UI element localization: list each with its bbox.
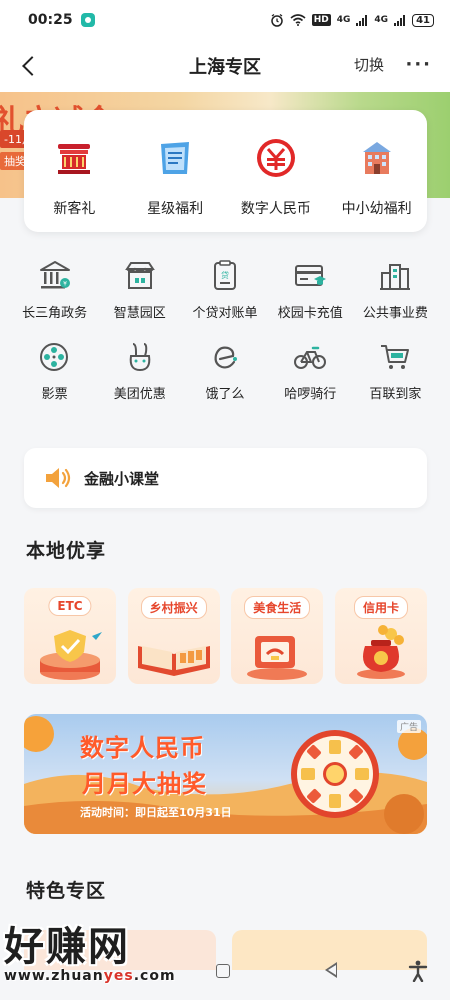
- service-item-movie[interactable]: 影票: [12, 339, 97, 402]
- hd-badge: HD: [311, 14, 331, 26]
- ad-badge: 广告: [396, 720, 421, 733]
- welfare-label: 中小幼福利: [341, 201, 412, 217]
- service-item-smart-park[interactable]: 智慧园区: [97, 258, 182, 321]
- battery-indicator: 41: [412, 13, 434, 27]
- signal-4g-1: 4G: [336, 15, 351, 25]
- school-building-icon: [355, 136, 399, 180]
- service-label: 饿了么: [205, 387, 245, 402]
- speaker-icon: [46, 468, 71, 488]
- more-button[interactable]: ···: [405, 54, 432, 75]
- service-item-bailian[interactable]: 百联到家: [353, 339, 438, 402]
- service-label: 个贷对账单: [192, 306, 258, 321]
- shopping-cart-icon: [377, 339, 413, 375]
- signal-4g-2: 4G: [374, 15, 389, 25]
- money-bag-icon: [356, 625, 405, 679]
- status-bar: 00:25 HD 4G 4G 41: [0, 0, 450, 40]
- prize-wheel-icon: [291, 730, 379, 818]
- status-icons: HD 4G 4G 41: [270, 13, 434, 27]
- local-card-credit[interactable]: 信用卡: [334, 588, 427, 684]
- special-section-title: 特色专区: [26, 880, 107, 902]
- svg-text:贷: 贷: [221, 270, 229, 280]
- service-grid: ¥ 长三角政务 智慧园区 贷 个贷对账单 校园卡充值 公共事业费 影票 美团优惠…: [12, 258, 438, 402]
- service-item-eleme[interactable]: 饿了么: [182, 339, 267, 402]
- welfare-item-digital-rmb[interactable]: 数字人民币: [228, 136, 324, 218]
- food-gift-icon: [247, 636, 308, 680]
- switch-city-button[interactable]: 切换: [354, 54, 384, 75]
- service-label: 百联到家: [369, 387, 422, 402]
- service-item-campus-card[interactable]: 校园卡充值: [268, 258, 353, 321]
- nav-bar: 上海专区 切换 ···: [0, 40, 450, 92]
- welfare-label: 数字人民币: [240, 201, 311, 217]
- smart-park-icon: [122, 258, 158, 294]
- lottery-banner[interactable]: 数字人民币 月月大抽奖 活动时间：即日起至10月31日 广告: [24, 714, 427, 834]
- service-item-public-utility[interactable]: 公共事业费: [353, 258, 438, 321]
- meituan-icon: [122, 339, 158, 375]
- signal-bars-icon: [394, 14, 406, 26]
- star-card-icon: [153, 136, 197, 180]
- lottery-title-line2: 月月大抽奖: [82, 769, 207, 798]
- film-reel-icon: [37, 339, 73, 375]
- local-card-label: ETC: [48, 596, 92, 616]
- campus-card-icon: [292, 258, 328, 294]
- welfare-card: 新客礼 星级福利 数字人民币 中小幼福利: [24, 110, 427, 232]
- rural-book-icon: [137, 646, 210, 676]
- service-label: 校园卡充值: [277, 306, 343, 321]
- government-building-icon: ¥: [37, 258, 73, 294]
- wifi-icon: [290, 14, 306, 26]
- welfare-label: 星级福利: [147, 201, 204, 217]
- etc-shield-icon: [40, 630, 102, 680]
- page-title: 上海专区: [189, 57, 261, 78]
- service-item-government[interactable]: ¥ 长三角政务: [12, 258, 97, 321]
- service-label: 哈啰骑行: [284, 387, 337, 402]
- service-label: 公共事业费: [362, 306, 428, 321]
- finance-class-bar[interactable]: 金融小课堂: [24, 448, 427, 508]
- alarm-icon: [271, 13, 283, 27]
- finance-class-label: 金融小课堂: [84, 469, 160, 488]
- local-card-label: 美食生活: [244, 596, 311, 619]
- local-section-title: 本地优享: [26, 540, 107, 562]
- public-utility-icon: [377, 258, 413, 294]
- welfare-item-new-customer[interactable]: 新客礼: [26, 136, 122, 218]
- status-time: 00:25: [28, 12, 73, 28]
- service-label: 智慧园区: [113, 306, 166, 321]
- local-card-label: 信用卡: [353, 596, 408, 619]
- bicycle-icon: [292, 339, 328, 375]
- accessibility-icon[interactable]: [408, 960, 428, 982]
- local-card-etc[interactable]: ETC: [24, 588, 116, 684]
- service-label: 长三角政务: [22, 306, 88, 321]
- local-card-rural[interactable]: 乡村振兴: [127, 588, 220, 684]
- service-item-hellobike[interactable]: 哈啰骑行: [268, 339, 353, 402]
- service-item-meituan[interactable]: 美团优惠: [97, 339, 182, 402]
- local-card-label: 乡村振兴: [140, 596, 207, 619]
- welfare-item-star[interactable]: 星级福利: [127, 136, 223, 218]
- local-cards: ETC 乡村振兴 美食生活 信用卡: [24, 588, 427, 684]
- system-nav-bar: [0, 946, 450, 1000]
- signal-bars-icon: [356, 14, 368, 26]
- eleme-icon: [207, 339, 243, 375]
- svg-text:¥: ¥: [63, 281, 67, 288]
- back-button[interactable]: [16, 52, 42, 80]
- welfare-label: 新客礼: [53, 201, 96, 217]
- lottery-date: 活动时间：即日起至10月31日: [80, 806, 232, 819]
- service-label: 美团优惠: [113, 387, 166, 402]
- welfare-item-school[interactable]: 中小幼福利: [329, 136, 425, 218]
- notification-app-icon: [80, 13, 95, 27]
- local-card-food[interactable]: 美食生活: [231, 588, 324, 684]
- gift-pavilion-icon: [52, 136, 96, 180]
- lottery-title-line1: 数字人民币: [80, 733, 205, 762]
- recent-apps-button[interactable]: [216, 964, 230, 978]
- loan-statement-icon: 贷: [207, 258, 243, 294]
- service-label: 影票: [41, 387, 68, 402]
- digital-rmb-icon: [254, 136, 298, 180]
- service-item-loan-statement[interactable]: 贷 个贷对账单: [182, 258, 267, 321]
